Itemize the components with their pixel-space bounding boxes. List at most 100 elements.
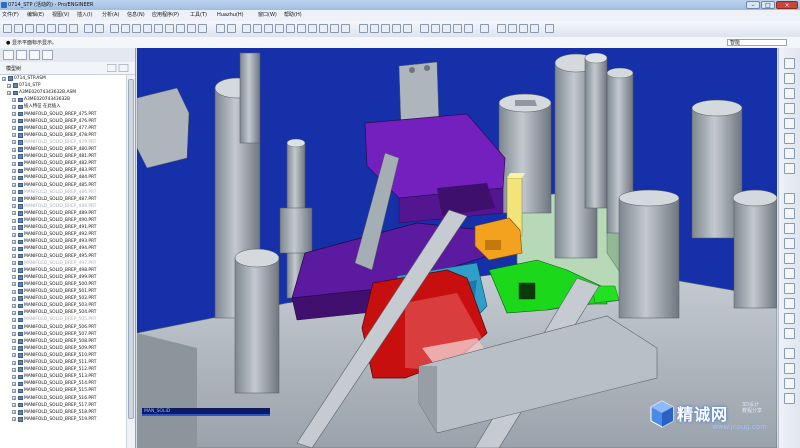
expand-icon[interactable]: + [12,154,16,159]
expand-icon[interactable]: + [12,112,16,116]
layer-icon[interactable] [69,24,78,33]
refit-icon[interactable] [297,24,306,33]
menu-tools[interactable]: 工具(T) [190,11,207,20]
expand-icon[interactable]: + [12,403,16,408]
curve-icon[interactable] [784,103,795,114]
analysis-icon[interactable] [784,148,795,159]
menu-huazhu[interactable]: Huazhu(H) [217,11,244,20]
zoom-in-icon[interactable] [275,24,284,33]
whats-this-icon[interactable] [545,24,554,33]
expand-icon[interactable]: + [12,310,16,315]
revolve-icon[interactable] [784,208,795,219]
expand-icon[interactable]: + [12,360,16,365]
reorient-icon[interactable] [308,24,317,33]
round-icon[interactable] [784,313,795,324]
expand-icon[interactable]: + [12,396,16,400]
spin-icon[interactable] [480,24,489,33]
csys-icon[interactable] [453,24,462,33]
tree-row[interactable]: + MANIFOLD_SOLID_BREP_506.PRT [0,324,126,331]
new-icon[interactable] [3,24,12,33]
menu-analysis[interactable]: 分析(A) [102,11,119,20]
plane-icon[interactable] [784,73,795,84]
tree-row[interactable]: + A3ME02074343632B [0,96,126,103]
close-icon[interactable]: × [776,1,798,9]
pattern-icon[interactable] [784,328,795,339]
expand-icon[interactable]: + [12,325,16,329]
expand-icon[interactable]: + [12,254,16,258]
expand-icon[interactable]: + [12,133,16,138]
tree-row[interactable]: + MANIFOLD_SOLID_BREP_492.PRT [0,231,126,238]
tree-row[interactable]: + MANIFOLD_SOLID_BREP_512.PRT [0,366,126,373]
menu-apps[interactable]: 应用程序(P) [152,11,179,20]
model-tree-tab[interactable] [3,50,14,60]
expand-icon[interactable]: + [12,168,16,173]
tree-row[interactable]: + MANIFOLD_SOLID_BREP_476.PRT [0,118,126,125]
expand-icon[interactable]: + [12,374,16,379]
wireframe-icon[interactable] [359,24,368,33]
datum-axes-icon[interactable] [431,24,440,33]
expand-icon[interactable]: + [12,317,16,322]
point-tool-icon[interactable] [519,24,528,33]
expand-icon[interactable]: + [12,417,16,422]
window-icon[interactable] [198,24,207,33]
tree-row[interactable]: + MANIFOLD_SOLID_BREP_515.PRT [0,387,126,394]
appearance-icon[interactable] [227,24,236,33]
tree-row[interactable]: + MANIFOLD_SOLID_BREP_511.PRT [0,359,126,366]
sweep-icon[interactable] [784,223,795,234]
tree-row[interactable]: + MANIFOLD_SOLID_BREP_508.PRT [0,338,126,345]
graphics-viewport[interactable] [137,48,777,448]
undo-icon[interactable] [84,24,93,33]
tree-row[interactable]: + MANIFOLD_SOLID_BREP_497.PRT [0,260,126,267]
expand-icon[interactable]: + [12,239,16,244]
tree-row[interactable]: + MANIFOLD_SOLID_BREP_505.PRT [0,316,126,323]
expand-icon[interactable]: + [12,183,16,187]
expand-icon[interactable]: + [12,97,16,102]
hidden-line-icon[interactable] [370,24,379,33]
favorites-tab[interactable] [29,50,40,60]
datum-planes-icon[interactable] [420,24,429,33]
maximize-icon[interactable]: □ [761,1,775,9]
tree-row[interactable]: + MANIFOLD_SOLID_BREP_475.PRT [0,111,126,118]
trim-icon[interactable] [784,378,795,389]
tree-row[interactable]: + MANIFOLD_SOLID_BREP_514.PRT [0,380,126,387]
expand-icon[interactable]: + [12,190,16,195]
point-icon[interactable] [784,118,795,129]
tree-row[interactable]: + 插入特征 在此插入 [0,103,126,110]
expand-icon[interactable]: + [12,282,16,287]
expand-icon[interactable]: + [12,204,16,209]
tree-row[interactable]: + MANIFOLD_SOLID_BREP_509.PRT [0,345,126,352]
smart-filter-field[interactable]: 智能 [727,39,787,46]
saved-views-icon[interactable] [319,24,328,33]
tree-row[interactable]: + MANIFOLD_SOLID_BREP_486.PRT [0,189,126,196]
regenerate-icon[interactable] [154,24,163,33]
tree-row[interactable]: + MANIFOLD_SOLID_BREP_490.PRT [0,217,126,224]
expand-icon[interactable]: + [12,126,16,131]
enhanced-realism-icon[interactable] [403,24,412,33]
tree-scrollbar-thumb[interactable] [128,79,134,419]
tree-row[interactable]: + MANIFOLD_SOLID_BREP_483.PRT [0,167,126,174]
extrude-icon[interactable] [784,193,795,204]
hole-icon[interactable] [784,253,795,264]
tree-row[interactable]: + MANIFOLD_SOLID_BREP_500.PRT [0,281,126,288]
expand-icon[interactable]: + [12,353,16,358]
tree-row[interactable]: + MANIFOLD_SOLID_BREP_495.PRT [0,253,126,260]
axis-tool-icon[interactable] [508,24,517,33]
tree-row[interactable]: + MANIFOLD_SOLID_BREP_484.PRT [0,174,126,181]
paste-special-icon[interactable] [143,24,152,33]
menu-help[interactable]: 帮助(H) [284,11,302,20]
tree-row[interactable]: + MANIFOLD_SOLID_BREP_489.PRT [0,210,126,217]
shaded-icon[interactable] [392,24,401,33]
expand-icon[interactable]: + [12,218,16,223]
tree-row[interactable]: + MANIFOLD_SOLID_BREP_488.PRT [0,203,126,210]
expand-icon[interactable]: + [12,232,16,237]
paste-icon[interactable] [132,24,141,33]
expand-icon[interactable]: + [7,83,11,88]
tree-row[interactable]: + MANIFOLD_SOLID_BREP_498.PRT [0,267,126,274]
tree-row[interactable]: + MANIFOLD_SOLID_BREP_504.PRT [0,309,126,316]
datum-points-icon[interactable] [442,24,451,33]
merge-icon[interactable] [784,363,795,374]
expand-icon[interactable]: + [12,388,16,393]
chamfer-icon[interactable] [784,163,795,174]
csys-tool-icon[interactable] [784,133,795,144]
expand-icon[interactable]: + [7,90,11,95]
